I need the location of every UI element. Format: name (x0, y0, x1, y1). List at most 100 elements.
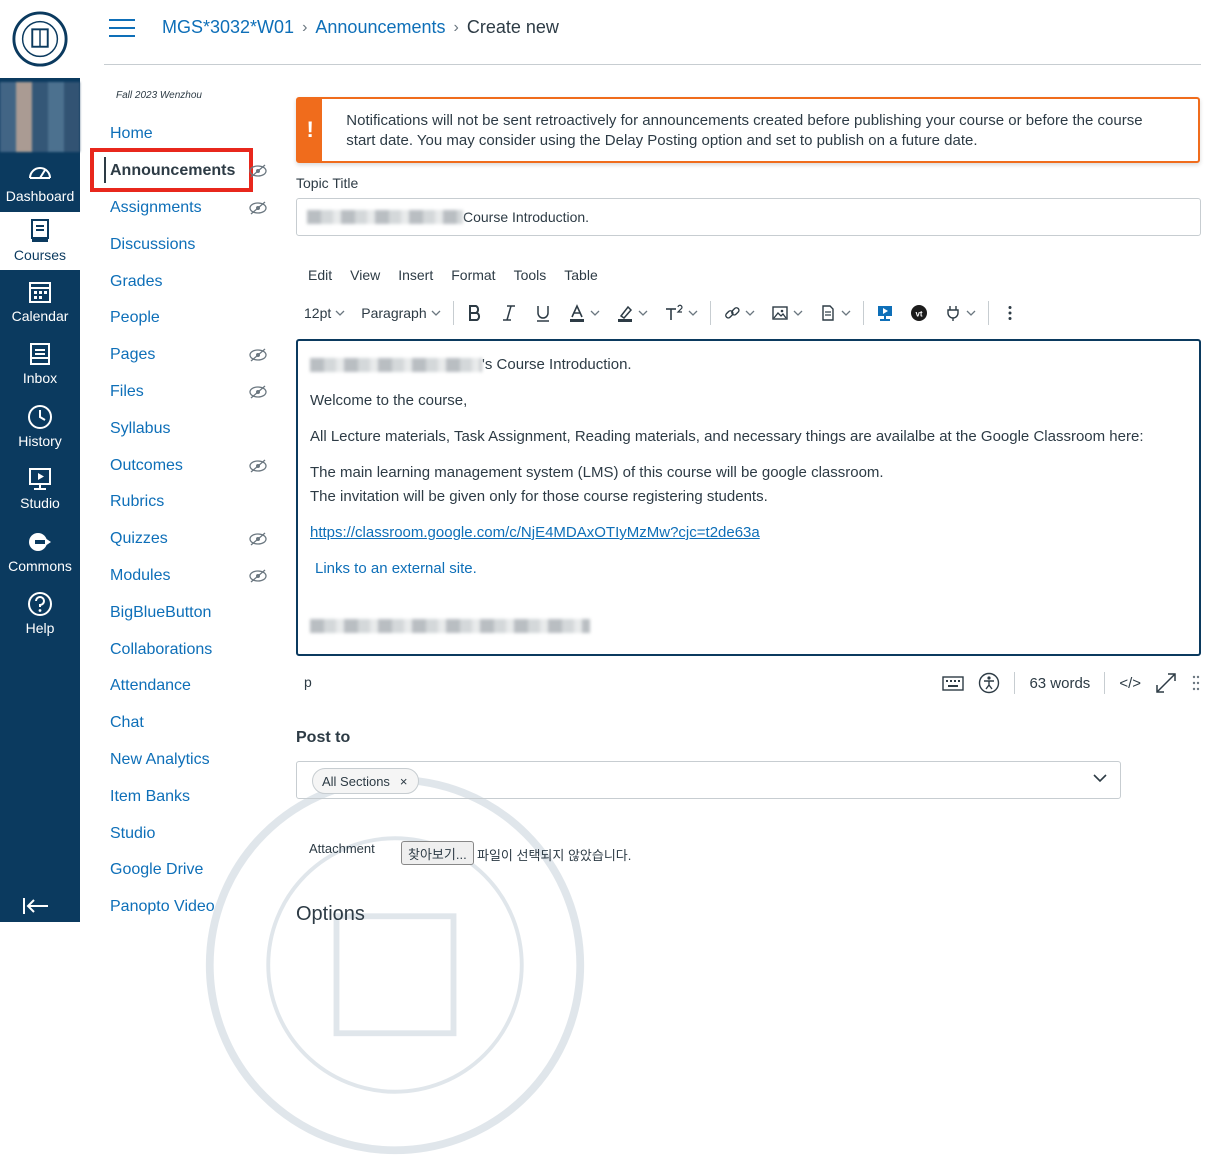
menu-edit[interactable]: Edit (308, 267, 332, 283)
term-label: Fall 2023 Wenzhou (116, 90, 202, 101)
underline-button[interactable] (526, 304, 560, 322)
course-nav-quizzes[interactable]: Quizzes (110, 530, 168, 548)
gnav-label: Courses (13, 247, 67, 263)
courses-icon (31, 219, 49, 242)
notification-alert: ! Notifications will not be sent retroac… (296, 97, 1200, 163)
avatar[interactable] (0, 82, 80, 152)
font-size-select[interactable]: 12pt (296, 305, 353, 321)
topic-title-input[interactable]: Course Introduction. (296, 198, 1201, 236)
menu-insert[interactable]: Insert (398, 267, 433, 283)
gnav-history[interactable]: History (0, 403, 80, 453)
breadcrumb-separator: › (453, 18, 459, 36)
highlight-icon (617, 305, 632, 322)
course-nav-studio[interactable]: Studio (110, 825, 155, 843)
course-nav-attendance[interactable]: Attendance (110, 677, 191, 695)
link-button[interactable] (715, 304, 763, 322)
word-count[interactable]: 63 words (1029, 675, 1090, 692)
course-nav-files[interactable]: Files (110, 383, 144, 401)
course-nav-announcements[interactable]: Announcements (110, 162, 235, 180)
toolbar-divider (987, 301, 989, 325)
course-nav-item-banks[interactable]: Item Banks (110, 788, 190, 806)
element-path[interactable]: p (304, 674, 312, 690)
invitation-line: The invitation will be given only for th… (310, 488, 768, 505)
browse-file-button[interactable]: 찾아보기... (401, 841, 474, 865)
highlight-color-button[interactable] (608, 304, 656, 322)
breadcrumb: MGS*3032*W01 › Announcements › Create ne… (162, 17, 559, 38)
section-chip-label: All Sections (322, 773, 390, 789)
superscript-button[interactable] (656, 304, 706, 322)
bold-button[interactable] (458, 304, 492, 322)
course-nav-pages[interactable]: Pages (110, 346, 155, 364)
rich-content-editor[interactable]: 's Course Introduction. Welcome to the c… (296, 339, 1201, 656)
gnav-calendar[interactable]: Calendar (0, 278, 80, 328)
no-file-selected-text: 파일이 선택되지 않았습니다. (477, 848, 632, 863)
gnav-courses[interactable]: Courses (0, 212, 80, 270)
resize-handle-icon[interactable] (1191, 674, 1201, 692)
redacted-text (307, 210, 463, 224)
menu-table[interactable]: Table (564, 267, 597, 283)
post-to-dropdown-toggle[interactable] (1092, 770, 1108, 791)
chevron-down-icon (1093, 774, 1107, 783)
fullscreen-icon[interactable] (1155, 672, 1177, 694)
block-format-select[interactable]: Paragraph (353, 305, 448, 321)
course-nav-bigbluebutton[interactable]: BigBlueButton (110, 604, 211, 622)
svg-text:vt: vt (915, 310, 922, 319)
intro-line: 's Course Introduction. (482, 356, 632, 373)
hamburger-icon (109, 19, 135, 21)
course-nav-outcomes[interactable]: Outcomes (110, 457, 183, 475)
course-nav-people[interactable]: People (110, 309, 160, 327)
gnav-studio[interactable]: Studio (0, 465, 80, 515)
vt-button[interactable]: vt (902, 304, 936, 322)
header-divider (104, 64, 1201, 65)
remove-section-button[interactable]: × (400, 774, 408, 789)
course-nav-google-drive[interactable]: Google Drive (110, 861, 203, 879)
course-nav-chat[interactable]: Chat (110, 714, 144, 732)
statusbar-divider (1014, 672, 1016, 694)
external-link-note[interactable]: Links to an external site. (310, 560, 477, 577)
plugin-button[interactable] (936, 304, 984, 322)
course-nav-modules[interactable]: Modules (110, 567, 170, 585)
course-nav-discussions[interactable]: Discussions (110, 236, 195, 254)
gnav-dashboard[interactable]: Dashboard (0, 158, 80, 206)
gnav-commons[interactable]: Commons (0, 528, 80, 578)
course-nav-syllabus[interactable]: Syllabus (110, 420, 170, 438)
course-nav-panopto-video[interactable]: Panopto Video (110, 898, 215, 916)
html-editor-toggle[interactable]: </> (1119, 675, 1141, 692)
gnav-inbox[interactable]: Inbox (0, 340, 80, 390)
document-button[interactable] (811, 304, 859, 322)
course-menu-toggle[interactable] (109, 19, 135, 39)
menu-format[interactable]: Format (451, 267, 495, 283)
classroom-link[interactable]: https://classroom.google.com/c/NjE4MDAxO… (310, 524, 760, 541)
keyboard-icon[interactable] (942, 674, 965, 692)
breadcrumb-announcements[interactable]: Announcements (315, 17, 445, 38)
studio-embed-button[interactable] (868, 304, 902, 322)
italic-button[interactable] (492, 304, 526, 322)
text-color-button[interactable] (560, 304, 608, 322)
collapse-nav-button[interactable] (22, 896, 50, 922)
menu-tools[interactable]: Tools (514, 267, 547, 283)
collapse-icon (23, 898, 48, 914)
global-nav: Dashboard Courses Calendar Inbox History… (0, 0, 80, 922)
breadcrumb-course[interactable]: MGS*3032*W01 (162, 17, 294, 38)
course-nav-collaborations[interactable]: Collaborations (110, 641, 212, 659)
image-button[interactable] (763, 304, 811, 322)
course-nav-assignments[interactable]: Assignments (110, 199, 202, 217)
course-nav-rubrics[interactable]: Rubrics (110, 493, 164, 511)
accessibility-icon[interactable] (978, 672, 1000, 694)
course-nav-grades[interactable]: Grades (110, 273, 162, 291)
hidden-eye-icon (249, 164, 267, 178)
gnav-label: Studio (20, 495, 60, 511)
more-options-button[interactable] (993, 304, 1027, 322)
warning-icon: ! (298, 99, 323, 161)
kean-logo[interactable] (0, 0, 80, 78)
vt-icon: vt (910, 305, 927, 321)
bold-icon (468, 305, 480, 321)
editor-paragraph: The main learning management system (LMS… (310, 461, 1187, 509)
menu-view[interactable]: View (350, 267, 380, 283)
editor-paragraph: Links to an external site. (310, 557, 1187, 581)
course-nav-new-analytics[interactable]: New Analytics (110, 751, 210, 769)
gnav-help[interactable]: Help (0, 590, 80, 640)
course-nav-home[interactable]: Home (110, 125, 153, 143)
post-to-select[interactable]: All Sections × (296, 761, 1121, 799)
editor-statusbar: p 63 words </> (296, 670, 1201, 698)
